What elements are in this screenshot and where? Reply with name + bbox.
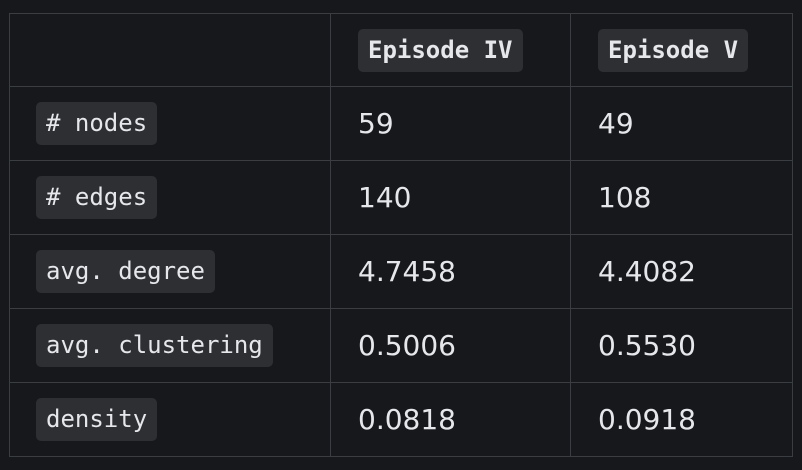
row-label: # edges	[36, 176, 158, 219]
stats-table: Episode IV Episode V # nodes 59 49 # edg…	[9, 13, 793, 457]
table-row: # nodes 59 49	[9, 86, 793, 161]
value-episode-iv: 0.0818	[358, 403, 456, 436]
table-row: avg. clustering 0.5006 0.5530	[9, 308, 793, 383]
value-episode-iv: 0.5006	[358, 329, 456, 362]
row-label: density	[36, 398, 158, 441]
value-cell: 4.4082	[570, 234, 793, 309]
value-cell: 59	[330, 86, 571, 161]
row-label-cell: density	[9, 382, 331, 457]
row-label-cell: # nodes	[9, 86, 331, 161]
table-row: density 0.0818 0.0918	[9, 382, 793, 457]
value-cell: 0.5006	[330, 308, 571, 383]
header-label-episode-iv: Episode IV	[358, 28, 523, 72]
row-label-cell: avg. degree	[9, 234, 331, 309]
row-label-cell: # edges	[9, 160, 331, 235]
value-cell: 49	[570, 86, 793, 161]
header-cell-empty	[9, 13, 331, 87]
value-episode-v: 0.0918	[598, 403, 696, 436]
row-label-cell: avg. clustering	[9, 308, 331, 383]
table-row: avg. degree 4.7458 4.4082	[9, 234, 793, 309]
value-cell: 108	[570, 160, 793, 235]
value-cell: 140	[330, 160, 571, 235]
value-episode-v: 4.4082	[598, 255, 696, 288]
value-episode-v: 108	[598, 181, 652, 214]
header-label-episode-v: Episode V	[598, 28, 749, 72]
table-header-row: Episode IV Episode V	[9, 13, 793, 87]
value-episode-iv: 4.7458	[358, 255, 456, 288]
value-cell: 4.7458	[330, 234, 571, 309]
value-episode-v: 49	[598, 107, 634, 140]
header-cell-episode-v: Episode V	[570, 13, 793, 87]
row-label: # nodes	[36, 102, 158, 145]
table-row: # edges 140 108	[9, 160, 793, 235]
row-label: avg. degree	[36, 250, 215, 293]
value-episode-iv: 140	[358, 181, 412, 214]
value-cell: 0.0918	[570, 382, 793, 457]
row-label: avg. clustering	[36, 324, 273, 367]
value-episode-v: 0.5530	[598, 329, 696, 362]
value-cell: 0.5530	[570, 308, 793, 383]
header-cell-episode-iv: Episode IV	[330, 13, 571, 87]
value-episode-iv: 59	[358, 107, 394, 140]
value-cell: 0.0818	[330, 382, 571, 457]
